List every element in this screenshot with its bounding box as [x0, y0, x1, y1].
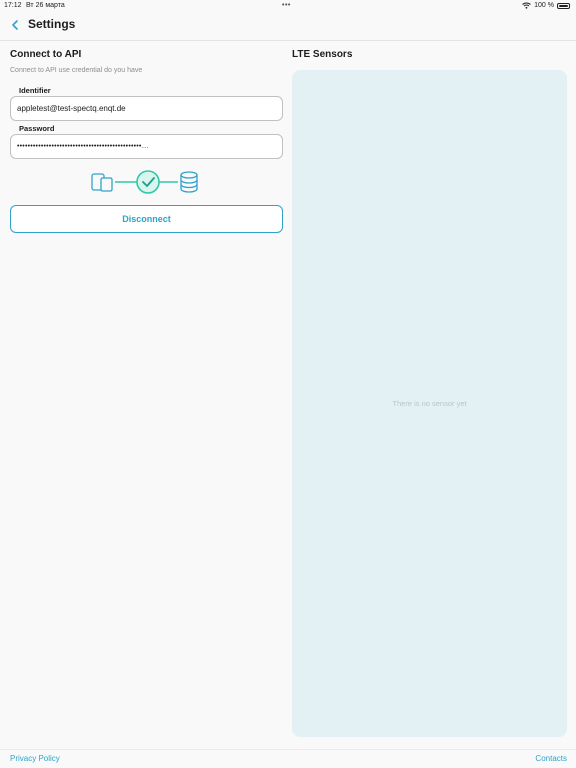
privacy-policy-link[interactable]: Privacy Policy: [10, 754, 60, 763]
chevron-left-icon[interactable]: [10, 18, 22, 32]
sensors-section-title: LTE Sensors: [292, 49, 353, 60]
status-bar: 17:12 Вт 26 марта ••• 100 %: [0, 0, 576, 12]
identifier-label: Identifier: [19, 86, 51, 95]
api-section-subtitle: Connect to API use credential do you hav…: [10, 67, 143, 74]
check-circle-icon: [136, 170, 160, 194]
database-icon: [180, 171, 198, 193]
status-time: 17:12: [4, 2, 22, 9]
identifier-field[interactable]: appletest@test-spectq.enqt.de: [10, 96, 283, 121]
sensors-panel: There is no sensor yet: [292, 70, 567, 737]
status-right: 100 %: [522, 2, 570, 9]
empty-state-text: There is no sensor yet: [392, 399, 467, 408]
nav-bar: Settings: [0, 12, 576, 41]
disconnect-button[interactable]: Disconnect: [10, 205, 283, 233]
multitasking-dots[interactable]: •••: [282, 2, 291, 9]
battery-icon: [557, 2, 570, 9]
wifi-icon: [522, 2, 531, 9]
status-date: Вт 26 марта: [26, 2, 65, 9]
page-title: Settings: [28, 17, 76, 31]
api-section-title: Connect to API: [10, 49, 82, 60]
footer: Privacy Policy Contacts: [0, 749, 576, 768]
devices-icon: [91, 173, 113, 192]
password-label: Password: [19, 124, 55, 133]
password-field[interactable]: ••••••••••••••••••••••••••••••••••••••••…: [10, 134, 283, 159]
battery-percent: 100 %: [534, 2, 554, 9]
connection-diagram: [91, 170, 198, 194]
contacts-link[interactable]: Contacts: [535, 754, 567, 763]
